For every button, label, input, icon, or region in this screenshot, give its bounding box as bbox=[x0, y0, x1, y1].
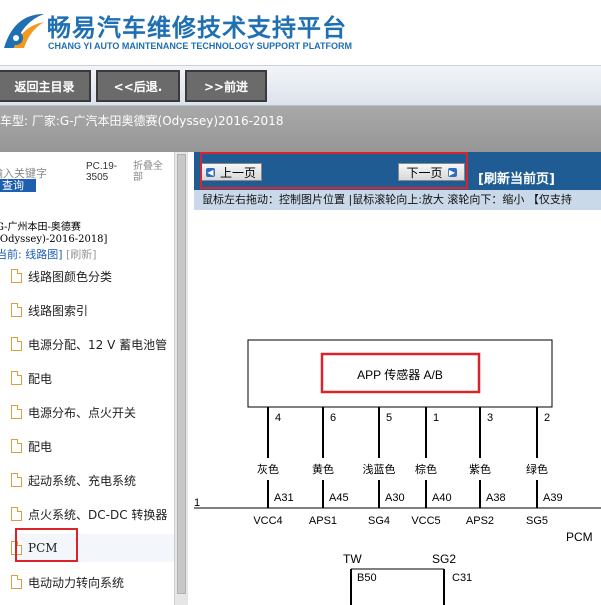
wire-color: 绿色 bbox=[526, 462, 548, 476]
document-icon bbox=[11, 303, 22, 317]
sidebar-scrollbar[interactable] bbox=[174, 152, 188, 605]
connector-pin: A30 bbox=[385, 492, 405, 504]
tree-item-label: 配电 bbox=[28, 439, 53, 454]
pin-number: 1 bbox=[433, 412, 439, 424]
forward-button[interactable]: >>前进 bbox=[185, 70, 267, 102]
document-icon bbox=[11, 337, 22, 351]
refresh-page-link[interactable]: [刷新当前页] bbox=[478, 168, 555, 187]
pin-number: 3 bbox=[487, 412, 493, 424]
wire-color: 灰色 bbox=[257, 462, 279, 476]
query-button[interactable]: 查询 bbox=[0, 179, 36, 192]
wire-color: 黄色 bbox=[312, 462, 334, 476]
wiring-diagram[interactable]: APP 传感器 A/B 4 灰色 A31 VCC4 6 黄色 A45 APS1 5 浅蓝色 A30 S… bbox=[194, 210, 601, 605]
module-label: PCM bbox=[566, 530, 593, 544]
tree-item-label: 线路图索引 bbox=[28, 303, 89, 318]
tree-item[interactable]: 线路图索引 bbox=[11, 296, 174, 324]
tree-item[interactable]: 点火系统、DC-DC 转换器 bbox=[11, 500, 174, 528]
tree-item-label: 电源分配、12 V 蓄电池管 bbox=[28, 337, 168, 352]
left-marker: 1 bbox=[194, 497, 200, 509]
tree-item[interactable]: 电源分布、点火开关 bbox=[11, 398, 174, 426]
home-button[interactable]: 返回主目录 bbox=[0, 70, 91, 102]
signal-name: APS2 bbox=[466, 515, 494, 527]
document-icon bbox=[11, 371, 22, 385]
signal-name: SG5 bbox=[526, 515, 548, 527]
signal-name: APS1 bbox=[309, 515, 337, 527]
tree-item-label: 点火系统、DC-DC 转换器 bbox=[28, 507, 168, 522]
scrollbar-thumb[interactable] bbox=[177, 154, 186, 594]
tree-item[interactable]: 配电 bbox=[11, 432, 174, 460]
site-header: 畅易汽车维修技术支持平台 CHANG YI AUTO MAINTENANCE T… bbox=[0, 0, 601, 66]
document-icon bbox=[11, 575, 22, 589]
lower-pin: B50 bbox=[357, 572, 377, 584]
pc-code: PC.19-3505 bbox=[86, 161, 118, 183]
lower-pin: C31 bbox=[452, 572, 472, 584]
highlight-box bbox=[200, 152, 468, 189]
tree-root-line1: G-广州本田-奥德赛 bbox=[0, 222, 81, 233]
pin-number: 2 bbox=[544, 412, 550, 424]
nav-bar: 返回主目录 <<后退. >>前进 bbox=[0, 66, 601, 106]
brand-title: 畅易汽车维修技术支持平台 bbox=[47, 14, 347, 42]
tree-item[interactable]: 起动系统、充电系统 bbox=[11, 466, 174, 494]
usage-hint: 鼠标左右拖动：控制图片位置 |鼠标滚轮向上:放大 滚轮向下：缩小 【仅支持 bbox=[194, 190, 601, 210]
tree-item-label: 配电 bbox=[28, 371, 53, 386]
tree-item-label: 电源分布、点火开关 bbox=[28, 405, 137, 420]
connector-pin: A39 bbox=[543, 492, 563, 504]
brand-subtitle: CHANG YI AUTO MAINTENANCE TECHNOLOGY SUP… bbox=[48, 41, 353, 51]
highlight-box bbox=[15, 528, 78, 562]
connector-pin: A45 bbox=[329, 492, 349, 504]
wire-color: 浅蓝色 bbox=[363, 462, 396, 476]
wire-color: 紫色 bbox=[469, 462, 491, 476]
document-icon bbox=[11, 405, 22, 419]
tree-item[interactable]: 电动动力转向系统 bbox=[11, 568, 174, 596]
tree-item-label: 起动系统、充电系统 bbox=[28, 473, 137, 488]
pin-number: 6 bbox=[330, 412, 336, 424]
connector-pin: A31 bbox=[274, 492, 294, 504]
diagram-viewer: ◀ 上一页 下一页 ▶ [刷新当前页] 鼠标左右拖动：控制图片位置 |鼠标滚轮向… bbox=[194, 152, 601, 605]
vehicle-info: 车型: 厂家:G-广汽本田奥德赛(Odyssey)2016-2018 bbox=[0, 114, 284, 128]
signal-name: SG4 bbox=[368, 515, 390, 527]
signal-name: VCC5 bbox=[411, 515, 440, 527]
pin-number: 4 bbox=[275, 412, 281, 424]
component-label: APP 传感器 A/B bbox=[357, 367, 443, 382]
viewer-toolbar: ◀ 上一页 下一页 ▶ [刷新当前页] bbox=[194, 152, 601, 190]
tree-root[interactable]: G-广州本田-奥德赛 (Odyssey)-2016-2018] bbox=[0, 222, 107, 246]
pin-number: 5 bbox=[386, 412, 392, 424]
refresh-link[interactable]: [刷新] bbox=[66, 248, 97, 261]
tree-item-label: 电动动力转向系统 bbox=[28, 575, 125, 590]
signal-name: VCC4 bbox=[253, 515, 282, 527]
lower-label: TW bbox=[343, 552, 362, 566]
document-icon bbox=[11, 473, 22, 487]
document-icon bbox=[11, 507, 22, 521]
back-button[interactable]: <<后退. bbox=[96, 70, 180, 102]
lower-label: SG2 bbox=[432, 552, 456, 566]
tree-item[interactable]: 线路图颜色分类 bbox=[11, 262, 174, 290]
document-icon bbox=[11, 439, 22, 453]
tree-item-label: 线路图颜色分类 bbox=[28, 269, 113, 284]
connector-pin: A38 bbox=[486, 492, 506, 504]
tree-item[interactable]: 配电 bbox=[11, 364, 174, 392]
tree-root-line2: (Odyssey)-2016-2018] bbox=[0, 234, 108, 245]
connector-pin: A40 bbox=[432, 492, 452, 504]
document-icon bbox=[11, 269, 22, 283]
current-label: 当前: 线路图] bbox=[0, 248, 63, 261]
tree-item[interactable]: 电源分配、12 V 蓄电池管 bbox=[11, 330, 174, 358]
wire-color: 棕色 bbox=[415, 462, 437, 476]
wire-group: 4 灰色 A31 VCC4 6 黄色 A45 APS1 5 浅蓝色 A30 SG4 1 棕色 A40 VCC5… bbox=[253, 407, 563, 527]
logo-icon bbox=[4, 14, 44, 48]
tree-current: 当前: 线路图] [刷新] bbox=[0, 246, 97, 262]
fold-all-link[interactable]: 折叠全部 bbox=[133, 161, 163, 183]
